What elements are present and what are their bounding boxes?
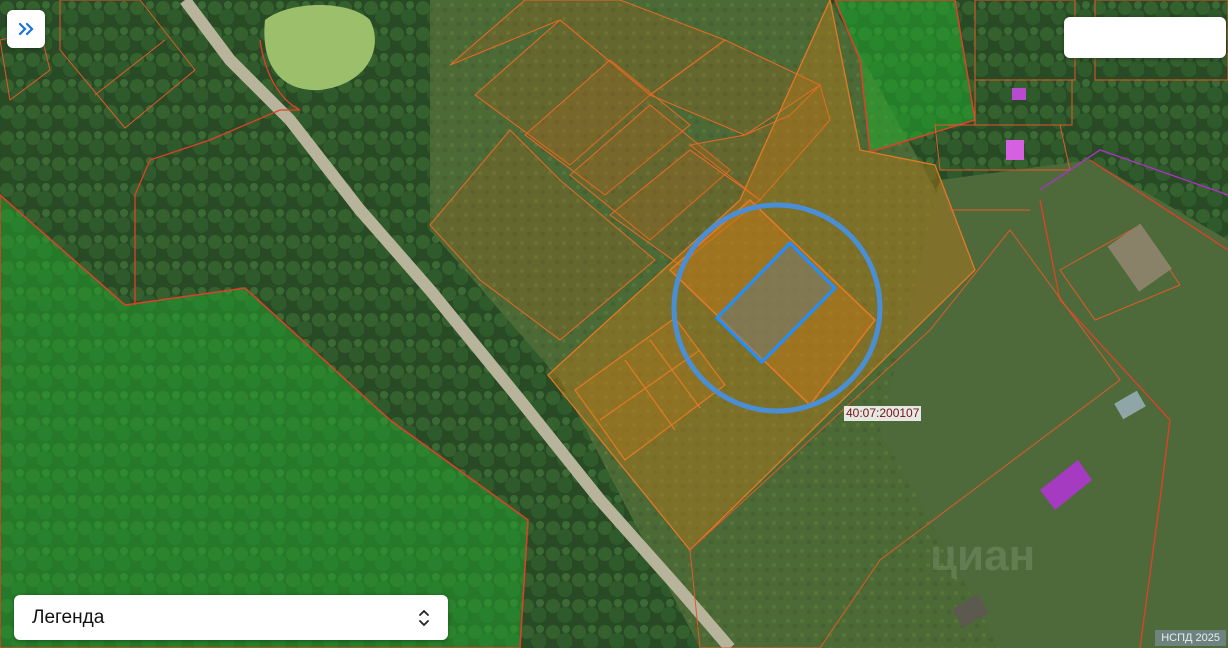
cadastral-number-label[interactable]: 40:07:200107	[844, 406, 922, 421]
map-attribution: НСПД 2025	[1155, 630, 1226, 646]
top-map-label: · · · · · · · · · ·	[485, 0, 549, 4]
house-roof-2	[1006, 140, 1024, 160]
search-input[interactable]	[1064, 17, 1226, 58]
map-canvas[interactable]: циан	[0, 0, 1228, 648]
up-down-chevron-icon	[419, 609, 429, 626]
legend-label: Легенда	[32, 606, 105, 628]
double-chevron-right-icon	[18, 22, 34, 36]
watermark: циан	[930, 531, 1035, 580]
legend-dropdown[interactable]: Легенда	[14, 595, 448, 640]
expand-panel-button[interactable]	[7, 10, 45, 48]
house-roof-1	[1012, 88, 1026, 100]
